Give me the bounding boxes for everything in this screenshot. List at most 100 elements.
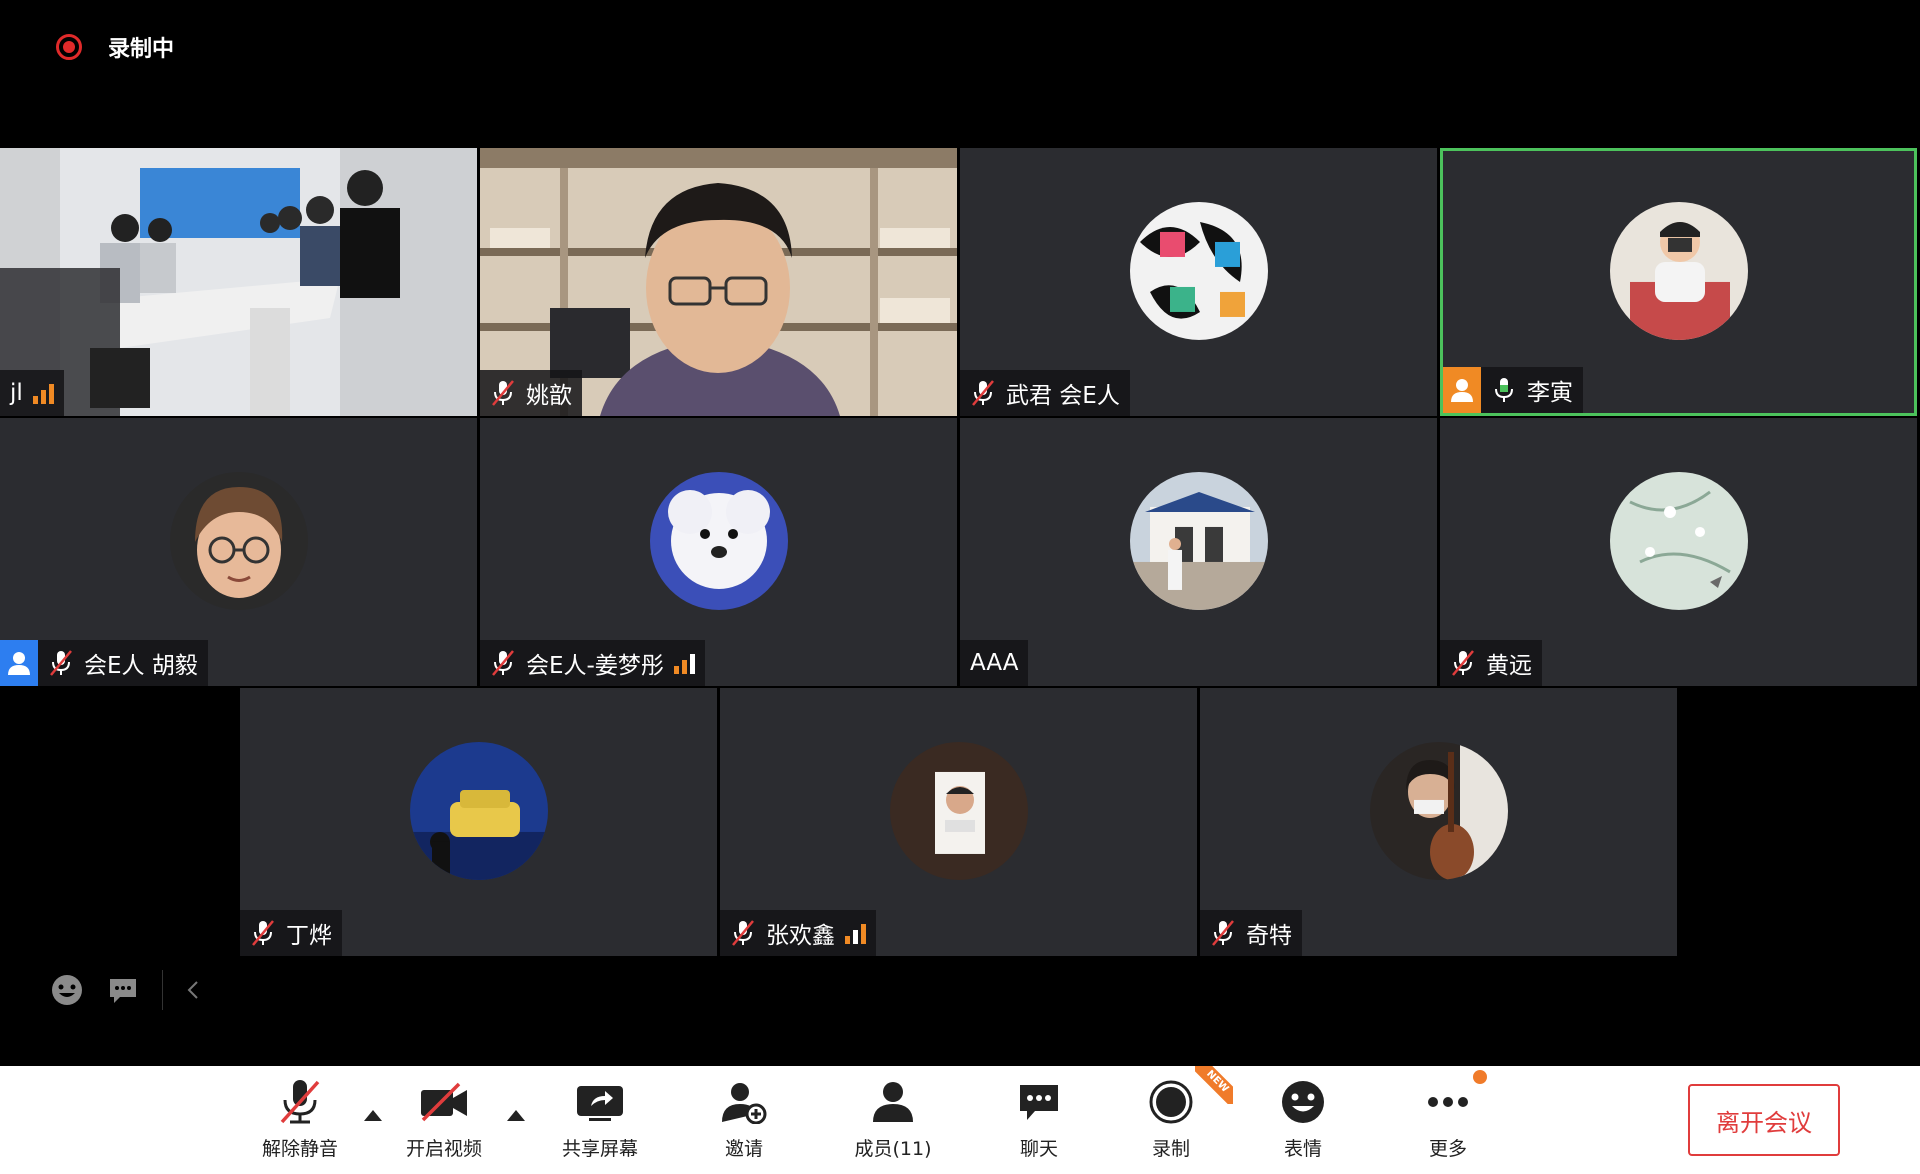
participant-tile-wujun[interactable]: 武君 会E人: [960, 148, 1437, 416]
avatar-image: [1609, 201, 1748, 340]
participant-tile-huyi[interactable]: 会E人 胡毅: [0, 418, 477, 686]
participant-name: 武君 会E人: [1006, 383, 1120, 409]
avatar-image: [169, 471, 308, 610]
participant-name: 黄远: [1486, 653, 1532, 679]
emoji-reaction-icon[interactable]: [50, 973, 84, 1007]
avatar-image: [409, 741, 548, 880]
emoji-icon: [1282, 1081, 1324, 1123]
start-video-label: 开启视频: [405, 1138, 482, 1160]
participant-name-tag: AAA: [960, 640, 1029, 686]
avatar: [1609, 201, 1748, 340]
participant-tile-qite[interactable]: 奇特: [1200, 688, 1677, 956]
participant-name-tag: 武君 会E人: [960, 370, 1130, 416]
more-dots-icon: [1428, 1097, 1468, 1107]
recording-label: 录制中: [108, 37, 175, 62]
participant-tile-liyin[interactable]: 李寅: [1440, 148, 1917, 416]
divider: [162, 970, 163, 1010]
chat-label: 聊天: [1019, 1138, 1058, 1160]
mic-muted-icon: [972, 380, 994, 406]
mic-muted-icon: [1452, 650, 1474, 676]
invite-button[interactable]: 邀请: [689, 1076, 799, 1166]
mic-muted-icon: [1212, 920, 1234, 946]
participant-tile-dingye[interactable]: 丁烨: [240, 688, 717, 956]
user-icon: [1443, 367, 1481, 413]
participant-name-tag: 丁烨: [240, 910, 342, 956]
reactions-label: 表情: [1283, 1138, 1322, 1160]
participant-tile-yaoxin[interactable]: 姚歆: [480, 148, 957, 416]
members-icon: [873, 1082, 913, 1122]
share-screen-icon: [577, 1086, 623, 1121]
avatar: [1369, 741, 1508, 880]
participant-tile-jl[interactable]: jl: [0, 148, 477, 416]
participant-tile-jiangmengtong[interactable]: 会E人-姜梦彤: [480, 418, 957, 686]
participant-name-tag: 张欢鑫: [720, 910, 876, 956]
share-screen-button[interactable]: 共享屏幕: [545, 1076, 655, 1166]
avatar: [1609, 471, 1748, 610]
collapse-chevron-icon[interactable]: [185, 978, 201, 1002]
leave-meeting-button[interactable]: 离开会议: [1688, 1084, 1840, 1156]
notification-dot: [1473, 1070, 1487, 1084]
user-icon: [0, 640, 38, 686]
mic-active-icon: [1495, 378, 1513, 402]
mic-muted-icon: [280, 1080, 320, 1124]
chat-icon: [1020, 1085, 1058, 1120]
share-screen-label: 共享屏幕: [561, 1138, 638, 1160]
avatar-image: [1369, 741, 1508, 880]
participant-tile-aaa[interactable]: AAA: [960, 418, 1437, 686]
participant-name-tag: 黄远: [1440, 640, 1542, 686]
avatar: [889, 741, 1028, 880]
chat-bubble-icon[interactable]: [106, 973, 140, 1007]
signal-strength-icon: [845, 922, 866, 944]
mic-muted-icon: [492, 380, 514, 406]
avatar-image: [1129, 201, 1268, 340]
start-video-button[interactable]: 开启视频: [389, 1076, 499, 1166]
avatar-image: [1129, 471, 1268, 610]
participant-name: jl: [10, 380, 23, 406]
more-button[interactable]: 更多: [1393, 1076, 1503, 1166]
chat-button[interactable]: 聊天: [984, 1076, 1094, 1166]
participant-name: 会E人-姜梦彤: [526, 653, 664, 679]
avatar: [409, 741, 548, 880]
audio-options-caret-icon[interactable]: [364, 1110, 382, 1121]
participant-name: 李寅: [1527, 380, 1573, 406]
unmute-label: 解除静音: [261, 1138, 338, 1160]
participant-tile-zhanghuanxin[interactable]: 张欢鑫: [720, 688, 1197, 956]
participant-name-tag: 奇特: [1200, 910, 1302, 956]
video-options-caret-icon[interactable]: [507, 1110, 525, 1121]
more-label: 更多: [1428, 1138, 1467, 1160]
avatar-image: [1609, 471, 1748, 610]
avatar: [1129, 471, 1268, 610]
meeting-room-scene: [0, 148, 477, 416]
avatar-image: [889, 741, 1028, 880]
recording-indicator: 录制中: [56, 30, 174, 64]
members-button[interactable]: 成员(11): [838, 1076, 948, 1166]
signal-strength-icon: [673, 652, 695, 674]
participant-name-tag: 会E人 胡毅: [0, 640, 208, 686]
avatar: [649, 471, 788, 610]
new-badge: NEW: [1195, 1066, 1233, 1104]
participant-name: 丁烨: [286, 923, 332, 949]
video-off-icon: [421, 1082, 467, 1122]
unmute-button[interactable]: 解除静音: [245, 1076, 355, 1166]
meeting-toolbar: 解除静音 开启视频 共享屏幕 邀请 成员(11) 聊天 录制 NEW 表情 更多…: [0, 1066, 1920, 1174]
participant-name: 姚歆: [526, 383, 572, 409]
participant-name: AAA: [970, 650, 1019, 676]
floating-tools: [50, 970, 201, 1010]
record-label: 录制: [1151, 1138, 1190, 1160]
participant-name: 张欢鑫: [766, 923, 835, 949]
participant-name-tag: 会E人-姜梦彤: [480, 640, 705, 686]
invite-label: 邀请: [724, 1138, 763, 1160]
avatar: [169, 471, 308, 610]
mic-muted-icon: [492, 650, 514, 676]
participant-video: [0, 148, 477, 416]
participant-tile-huangyuan[interactable]: 黄远: [1440, 418, 1917, 686]
mic-muted-icon: [50, 650, 72, 676]
record-icon: [1149, 1080, 1193, 1124]
avatar: [1129, 201, 1268, 340]
participant-name-tag: 姚歆: [480, 370, 582, 416]
participant-name: 会E人 胡毅: [84, 653, 198, 679]
mic-muted-icon: [252, 920, 274, 946]
members-label: 成员(11): [854, 1138, 932, 1160]
avatar-image: [649, 471, 788, 610]
reactions-button[interactable]: 表情: [1248, 1076, 1358, 1166]
